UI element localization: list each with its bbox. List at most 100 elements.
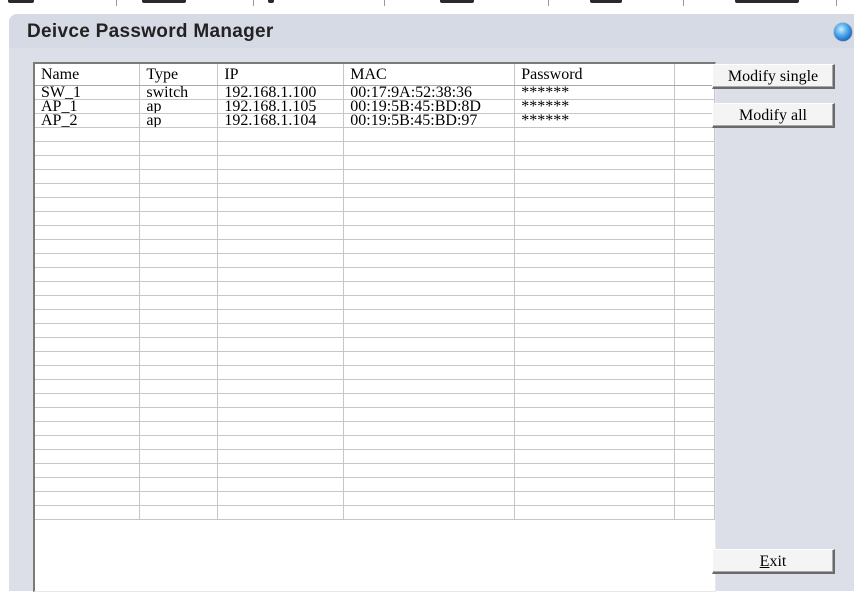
table-cell: AP_2	[35, 113, 141, 128]
table-row[interactable]: AP_1 ap 192.168.1.105 00:19:5B:45:BD:8D ****…	[35, 99, 715, 114]
table-row[interactable]	[35, 225, 715, 240]
table-cell	[514, 407, 676, 422]
table-row[interactable]	[35, 197, 715, 212]
table-cell	[217, 477, 345, 492]
table-row[interactable]	[35, 127, 715, 142]
table-cell	[343, 491, 516, 506]
table-row[interactable]	[35, 491, 715, 506]
table-cell	[35, 491, 141, 506]
window-title: Deivce Password Manager	[27, 21, 274, 42]
table-cell: ******	[514, 85, 676, 100]
table-row[interactable]	[35, 211, 715, 226]
table-cell	[139, 463, 219, 478]
table-cell	[139, 365, 219, 380]
table-row[interactable]: SW_1 switch 192.168.1.100 00:17:9A:52:38:36…	[35, 85, 715, 100]
table-row[interactable]	[35, 239, 715, 254]
modify-single-button[interactable]: Modify single	[712, 64, 835, 89]
table-cell	[35, 239, 141, 254]
blue-orb-icon[interactable]	[834, 23, 852, 41]
table-row[interactable]: AP_2 ap 192.168.1.104 00:19:5B:45:BD:97 ****…	[35, 113, 715, 128]
table-cell	[35, 365, 141, 380]
table-row[interactable]	[35, 183, 715, 198]
table-cell	[35, 281, 141, 296]
password-manager-window: Deivce Password Manager Name Type IP MAC…	[9, 14, 854, 592]
table-row[interactable]	[35, 295, 715, 310]
table-cell	[139, 197, 219, 212]
exit-button[interactable]: Exit	[712, 549, 835, 574]
table-row[interactable]	[35, 435, 715, 450]
table-row[interactable]	[35, 505, 715, 520]
column-header-name[interactable]: Name	[35, 64, 141, 86]
column-header-extra[interactable]	[674, 64, 715, 86]
table-cell	[674, 351, 715, 366]
table-row[interactable]	[35, 407, 715, 422]
table-cell	[139, 337, 219, 352]
table-cell	[674, 295, 715, 310]
table-row[interactable]	[35, 253, 715, 268]
background-fragment	[268, 0, 274, 3]
table-row[interactable]	[35, 169, 715, 184]
table-cell	[514, 253, 676, 268]
table-cell	[514, 197, 676, 212]
table-cell	[217, 253, 345, 268]
table-row[interactable]	[35, 393, 715, 408]
table-cell	[674, 477, 715, 492]
modify-all-button[interactable]: Modify all	[712, 103, 835, 128]
table-cell	[139, 281, 219, 296]
table-cell	[35, 407, 141, 422]
table-cell	[674, 323, 715, 338]
table-cell	[343, 169, 516, 184]
table-row[interactable]	[35, 309, 715, 324]
device-list-panel[interactable]: Name Type IP MAC Password SW_1 switch 192.…	[33, 62, 716, 592]
table-cell	[217, 239, 345, 254]
table-row[interactable]	[35, 365, 715, 380]
table-cell	[674, 407, 715, 422]
table-header-row: Name Type IP MAC Password	[35, 64, 715, 86]
table-cell	[343, 267, 516, 282]
table-cell	[35, 211, 141, 226]
table-cell	[343, 309, 516, 324]
table-row[interactable]	[35, 351, 715, 366]
table-cell	[674, 141, 715, 156]
table-cell	[343, 295, 516, 310]
column-header-ip[interactable]: IP	[217, 64, 345, 86]
background-fragment	[735, 0, 799, 3]
table-cell	[514, 127, 676, 142]
table-cell	[35, 463, 141, 478]
table-row[interactable]	[35, 323, 715, 338]
table-row[interactable]	[35, 281, 715, 296]
table-row[interactable]	[35, 449, 715, 464]
table-cell	[35, 253, 141, 268]
column-header-mac[interactable]: MAC	[343, 64, 516, 86]
table-cell	[35, 183, 141, 198]
table-row[interactable]	[35, 337, 715, 352]
table-cell	[217, 211, 345, 226]
table-row[interactable]	[35, 155, 715, 170]
table-row[interactable]	[35, 141, 715, 156]
table-cell: 192.168.1.105	[217, 99, 345, 114]
table-cell	[139, 127, 219, 142]
table-row[interactable]	[35, 477, 715, 492]
table-cell	[674, 463, 715, 478]
table-cell	[674, 281, 715, 296]
table-cell: switch	[139, 85, 219, 100]
table-cell	[514, 211, 676, 226]
table-cell	[139, 225, 219, 240]
table-row[interactable]	[35, 463, 715, 478]
table-row[interactable]	[35, 267, 715, 282]
title-bar[interactable]: Deivce Password Manager	[9, 14, 854, 48]
table-row[interactable]	[35, 379, 715, 394]
table-cell	[343, 141, 516, 156]
table-cell	[343, 477, 516, 492]
table-cell	[514, 309, 676, 324]
table-cell	[343, 379, 516, 394]
table-cell: SW_1	[35, 85, 141, 100]
table-cell	[139, 491, 219, 506]
table-row[interactable]	[35, 421, 715, 436]
table-cell	[674, 239, 715, 254]
table-cell	[139, 169, 219, 184]
column-header-password[interactable]: Password	[514, 64, 676, 86]
device-table[interactable]: Name Type IP MAC Password SW_1 switch 192.…	[35, 64, 715, 520]
table-cell	[35, 309, 141, 324]
column-header-type[interactable]: Type	[139, 64, 219, 86]
